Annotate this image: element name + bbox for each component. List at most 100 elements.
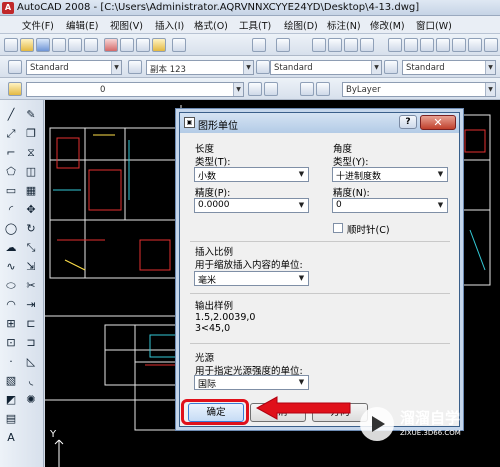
save-icon[interactable] [36, 38, 50, 52]
copy-object-icon[interactable]: ❐ [24, 127, 38, 141]
point-icon[interactable]: · [4, 355, 18, 369]
open-file-icon[interactable] [20, 38, 34, 52]
ellipse-arc-icon[interactable]: ◠ [4, 298, 18, 312]
chevron-down-icon: ▼ [298, 170, 305, 178]
quickcalc-icon[interactable] [468, 38, 482, 52]
hatch-icon[interactable]: ▧ [4, 374, 18, 388]
zoom-realtime-icon[interactable] [328, 38, 342, 52]
lighting-units-select[interactable]: 国际 ▼ [194, 375, 309, 390]
menu-edit[interactable]: 编辑(E) [66, 18, 98, 32]
rectangle-icon[interactable]: ▭ [4, 184, 18, 198]
dim-style-select[interactable]: 副本 123 ▼ [146, 60, 254, 75]
insertion-units-select[interactable]: 毫米 ▼ [194, 271, 309, 286]
sheet-set-icon[interactable] [436, 38, 450, 52]
block-editor-icon[interactable] [172, 38, 186, 52]
tool-palettes-icon[interactable] [420, 38, 434, 52]
insertion-heading: 插入比例 [195, 247, 234, 258]
line-icon[interactable]: ╱ [4, 108, 18, 122]
spline-icon[interactable]: ∿ [4, 260, 18, 274]
properties-icon[interactable] [388, 38, 402, 52]
preview-icon[interactable] [68, 38, 82, 52]
arc-icon[interactable]: ◜ [4, 203, 18, 217]
menu-modify[interactable]: 修改(M) [370, 18, 405, 32]
cut-icon[interactable] [104, 38, 118, 52]
stretch-icon[interactable]: ⇲ [24, 260, 38, 274]
play-logo-icon [360, 407, 394, 441]
menu-view[interactable]: 视图(V) [110, 18, 143, 32]
help-icon[interactable] [484, 38, 498, 52]
paste-icon[interactable] [136, 38, 150, 52]
fillet-icon[interactable]: ◟ [24, 374, 38, 388]
revision-cloud-icon[interactable]: ☁ [4, 241, 18, 255]
ellipse-icon[interactable]: ⬭ [4, 279, 18, 293]
table-icon[interactable]: ▤ [4, 412, 18, 426]
menu-format[interactable]: 格式(O) [194, 18, 228, 32]
explode-icon[interactable]: ✺ [24, 393, 38, 407]
layer-walk-icon[interactable] [316, 82, 330, 96]
menu-tools[interactable]: 工具(T) [239, 18, 271, 32]
mirror-icon[interactable]: ⧖ [24, 146, 38, 160]
markup-icon[interactable] [452, 38, 466, 52]
menu-file[interactable]: 文件(F) [22, 18, 54, 32]
polygon-icon[interactable]: ⬠ [4, 165, 18, 179]
layer-select[interactable]: 0 ▼ [26, 82, 244, 97]
mleader-style-select[interactable]: Standard ▼ [402, 60, 496, 75]
clockwise-label[interactable]: 顺时针(C) [347, 222, 390, 236]
match-properties-icon[interactable] [152, 38, 166, 52]
publish-icon[interactable] [84, 38, 98, 52]
layer-previous-icon[interactable] [264, 82, 278, 96]
help-button[interactable]: ? [399, 115, 417, 129]
pan-icon[interactable] [312, 38, 326, 52]
insert-block-icon[interactable]: ⊞ [4, 317, 18, 331]
layer-manager-icon[interactable] [8, 82, 22, 96]
text-style-select[interactable]: Standard ▼ [26, 60, 122, 75]
redo-icon[interactable] [276, 38, 290, 52]
mtext-icon[interactable]: A [4, 431, 18, 445]
make-block-icon[interactable]: ⊡ [4, 336, 18, 350]
region-icon[interactable]: ◩ [4, 393, 18, 407]
clockwise-checkbox[interactable] [333, 223, 343, 233]
copy-icon[interactable] [120, 38, 134, 52]
angle-type-select[interactable]: 十进制度数 ▼ [332, 167, 448, 182]
array-icon[interactable]: ▦ [24, 184, 38, 198]
extend-icon[interactable]: ⇥ [24, 298, 38, 312]
make-current-layer-icon[interactable] [248, 82, 262, 96]
layer-state-icon[interactable] [300, 82, 314, 96]
polyline-icon[interactable]: ⌐ [4, 146, 18, 160]
length-precision-select[interactable]: 0.0000 ▼ [194, 198, 309, 213]
offset-icon[interactable]: ◫ [24, 165, 38, 179]
menu-dimension[interactable]: 标注(N) [327, 18, 361, 32]
move-icon[interactable]: ✥ [24, 203, 38, 217]
trim-icon[interactable]: ✂ [24, 279, 38, 293]
menu-insert[interactable]: 插入(I) [155, 18, 184, 32]
scale-icon[interactable]: ⤡ [24, 241, 38, 255]
mleader-style-icon[interactable] [384, 60, 398, 74]
table-style-select[interactable]: Standard ▼ [270, 60, 382, 75]
undo-icon[interactable] [252, 38, 266, 52]
circle-icon[interactable]: ◯ [4, 222, 18, 236]
break-icon[interactable]: ⊏ [24, 317, 38, 331]
text-style-icon[interactable] [8, 60, 22, 74]
erase-icon[interactable]: ✎ [24, 108, 38, 122]
design-center-icon[interactable] [404, 38, 418, 52]
new-file-icon[interactable] [4, 38, 18, 52]
close-button[interactable]: ✕ [420, 115, 456, 130]
menu-draw[interactable]: 绘图(D) [284, 18, 318, 32]
join-icon[interactable]: ⊐ [24, 336, 38, 350]
zoom-previous-icon[interactable] [360, 38, 374, 52]
menu-window[interactable]: 窗口(W) [416, 18, 452, 32]
chevron-down-icon: ▼ [233, 83, 243, 96]
chamfer-icon[interactable]: ◺ [24, 355, 38, 369]
construction-line-icon[interactable]: ⤢ [4, 127, 18, 141]
table-style-icon[interactable] [256, 60, 270, 74]
rotate-icon[interactable]: ↻ [24, 222, 38, 236]
dialog-title-bar[interactable]: ▣ 图形单位 ? ✕ [180, 113, 459, 133]
zoom-window-icon[interactable] [344, 38, 358, 52]
autocad-logo-icon: A [2, 2, 14, 14]
angle-precision-select[interactable]: 0 ▼ [332, 198, 448, 213]
dialog-title: 图形单位 [198, 121, 238, 132]
length-type-select[interactable]: 小数 ▼ [194, 167, 309, 182]
print-icon[interactable] [52, 38, 66, 52]
dim-style-icon[interactable] [128, 60, 142, 74]
color-select[interactable]: ByLayer ▼ [342, 82, 496, 97]
